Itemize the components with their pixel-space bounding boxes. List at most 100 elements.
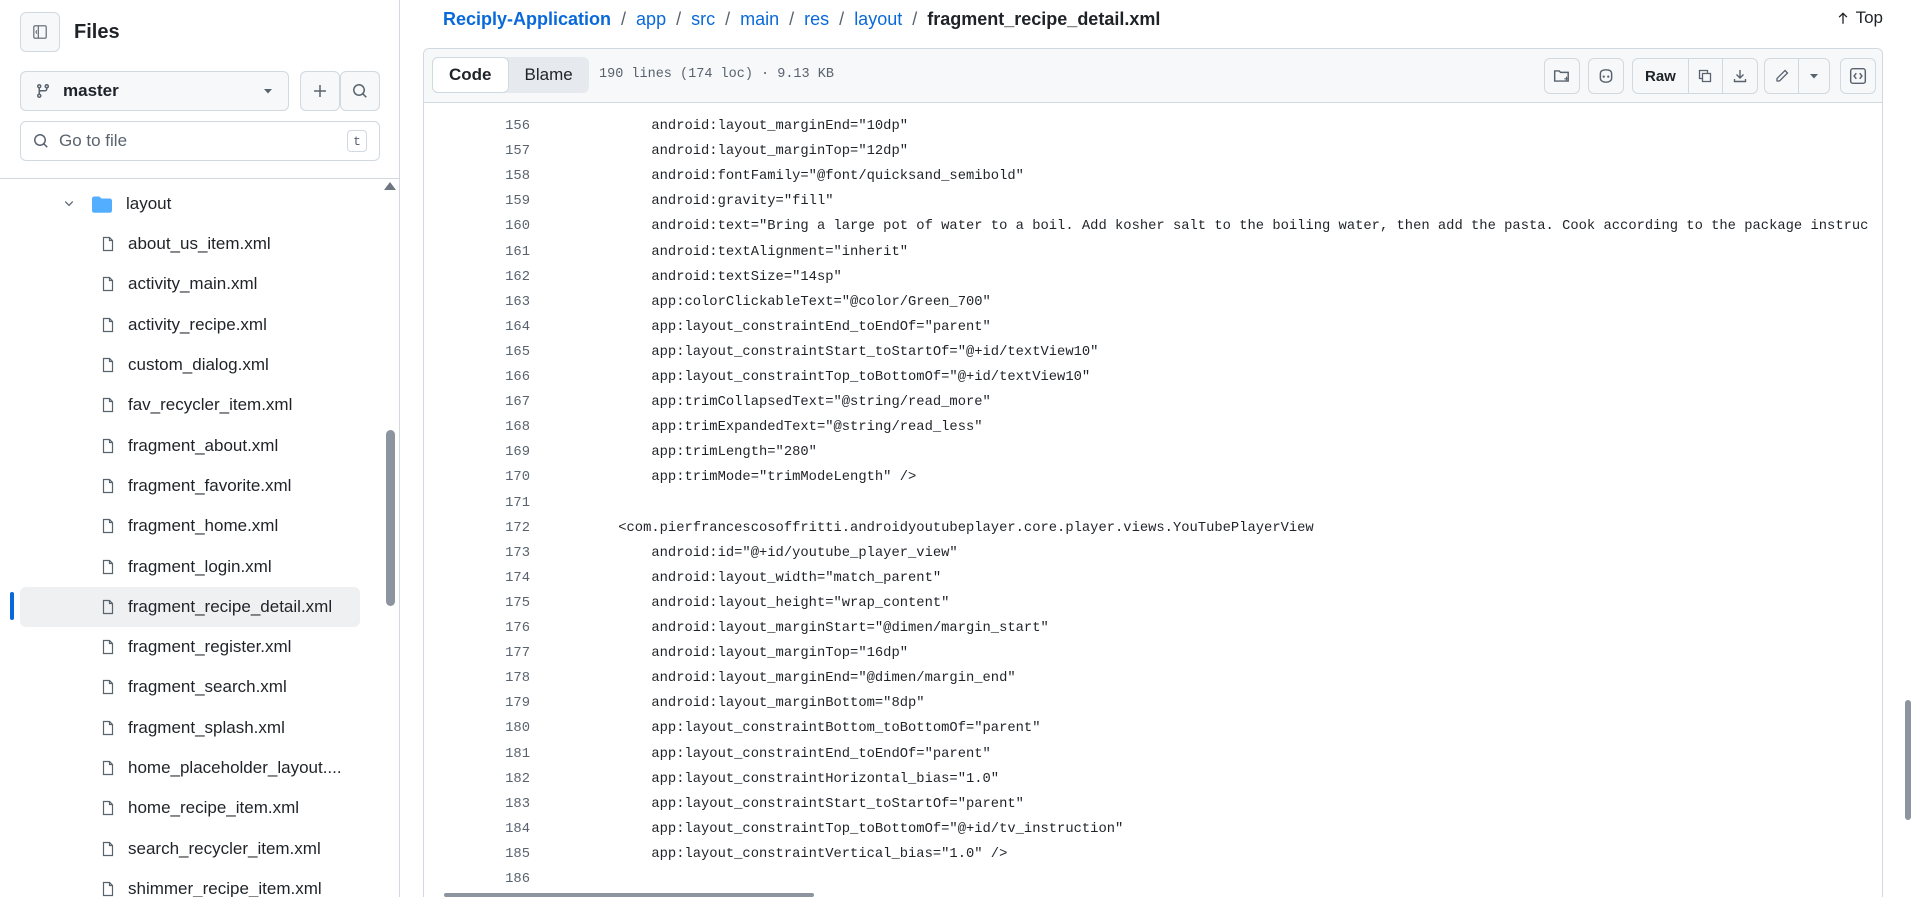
tree-file-item[interactable]: fragment_login.xml bbox=[20, 546, 360, 586]
file-stats: 190 lines (174 loc) · 9.13 KB bbox=[599, 67, 834, 82]
symbols-panel-button[interactable] bbox=[1840, 58, 1876, 94]
tree-file-item[interactable]: fragment_about.xml bbox=[20, 425, 360, 465]
line-code: app:colorClickableText="@color/Green_700… bbox=[552, 294, 991, 310]
tree-folder-layout[interactable]: layout bbox=[0, 184, 380, 224]
line-number[interactable]: 183 bbox=[424, 797, 530, 812]
line-number[interactable]: 159 bbox=[424, 194, 530, 209]
breadcrumb-link[interactable]: res bbox=[804, 9, 829, 30]
breadcrumb-repo[interactable]: Reciply-Application bbox=[443, 9, 611, 30]
code-line: 184 app:layout_constraintTop_toBottomOf=… bbox=[424, 817, 1882, 842]
code-line: 156 android:layout_marginEnd="10dp" bbox=[424, 114, 1882, 139]
line-number[interactable]: 163 bbox=[424, 295, 530, 310]
line-code: app:layout_constraintHorizontal_bias="1.… bbox=[552, 771, 1000, 787]
line-number[interactable]: 160 bbox=[424, 219, 530, 234]
line-number[interactable]: 179 bbox=[424, 696, 530, 711]
file-icon bbox=[102, 801, 114, 816]
line-number[interactable]: 166 bbox=[424, 370, 530, 385]
line-number[interactable]: 186 bbox=[424, 872, 530, 887]
line-number[interactable]: 178 bbox=[424, 671, 530, 686]
go-to-file-field[interactable]: t bbox=[20, 121, 380, 161]
line-number[interactable]: 167 bbox=[424, 395, 530, 410]
line-number[interactable]: 157 bbox=[424, 144, 530, 159]
tree-file-item[interactable]: custom_dialog.xml bbox=[20, 345, 360, 385]
tree-file-item[interactable]: about_us_item.xml bbox=[20, 224, 360, 264]
line-number[interactable]: 161 bbox=[424, 245, 530, 260]
code-line: 173 android:id="@+id/youtube_player_view… bbox=[424, 541, 1882, 566]
line-number[interactable]: 170 bbox=[424, 470, 530, 485]
line-number[interactable]: 169 bbox=[424, 445, 530, 460]
copy-raw-button[interactable] bbox=[1689, 59, 1723, 93]
top-button[interactable]: Top bbox=[1836, 8, 1883, 28]
breadcrumb-link[interactable]: layout bbox=[854, 9, 902, 30]
line-number[interactable]: 176 bbox=[424, 621, 530, 636]
code-line: 171 bbox=[424, 491, 1882, 516]
tree-file-item[interactable]: search_recycler_item.xml bbox=[20, 828, 360, 868]
scroll-up-arrow[interactable] bbox=[384, 182, 396, 190]
horizontal-scrollbar[interactable] bbox=[444, 893, 814, 897]
file-icon bbox=[102, 478, 114, 494]
code-line: 159 android:gravity="fill" bbox=[424, 189, 1882, 214]
copy-icon bbox=[1699, 69, 1712, 83]
file-name: fragment_about.xml bbox=[128, 435, 279, 455]
code-content[interactable]: 156 android:layout_marginEnd="10dp" 157 a… bbox=[424, 104, 1882, 897]
tree-file-item[interactable]: home_recipe_item.xml bbox=[20, 788, 360, 828]
open-symbols-button[interactable] bbox=[1544, 58, 1580, 94]
download-button[interactable] bbox=[1723, 59, 1757, 93]
line-number[interactable]: 168 bbox=[424, 420, 530, 435]
line-number[interactable]: 165 bbox=[424, 345, 530, 360]
tree-file-item[interactable]: fragment_register.xml bbox=[20, 627, 360, 667]
line-number[interactable]: 171 bbox=[424, 496, 530, 511]
sidebar-collapse-icon bbox=[33, 25, 47, 39]
tree-file-item[interactable]: activity_recipe.xml bbox=[20, 305, 360, 345]
copilot-button[interactable] bbox=[1588, 58, 1624, 94]
tab-code[interactable]: Code bbox=[432, 57, 509, 93]
raw-button[interactable]: Raw bbox=[1633, 59, 1689, 93]
line-number[interactable]: 156 bbox=[424, 119, 530, 134]
tree-file-item[interactable]: activity_main.xml bbox=[20, 264, 360, 304]
line-number[interactable]: 180 bbox=[424, 721, 530, 736]
raw-label: Raw bbox=[1645, 67, 1676, 85]
tree-file-item[interactable]: fragment_search.xml bbox=[20, 667, 360, 707]
breadcrumb-separator: / bbox=[676, 8, 682, 29]
file-name: fragment_search.xml bbox=[128, 677, 287, 697]
page-scrollbar[interactable] bbox=[1905, 700, 1911, 820]
code-line: 157 android:layout_marginTop="12dp" bbox=[424, 139, 1882, 164]
line-number[interactable]: 174 bbox=[424, 571, 530, 586]
breadcrumb-link[interactable]: src bbox=[691, 9, 715, 30]
sidebar-scrollbar[interactable] bbox=[386, 430, 395, 606]
collapse-sidebar-button[interactable] bbox=[20, 12, 60, 52]
tree-file-item[interactable]: shimmer_recipe_item.xml bbox=[20, 869, 360, 897]
edit-options-button[interactable] bbox=[1799, 59, 1829, 93]
tab-blame[interactable]: Blame bbox=[509, 57, 589, 93]
line-number[interactable]: 182 bbox=[424, 772, 530, 787]
file-view: Reciply-Application / app / src / main / res / la… bbox=[423, 0, 1883, 897]
line-number[interactable]: 175 bbox=[424, 596, 530, 611]
line-number[interactable]: 172 bbox=[424, 521, 530, 536]
line-number[interactable]: 184 bbox=[424, 822, 530, 837]
search-files-button[interactable] bbox=[340, 71, 380, 111]
file-name: fragment_register.xml bbox=[128, 637, 292, 657]
breadcrumb-link[interactable]: app bbox=[636, 9, 666, 30]
file-tree: layout about_us_item.xml activity_main.xm… bbox=[0, 184, 380, 897]
tree-file-item[interactable]: fragment_home.xml bbox=[20, 506, 360, 546]
breadcrumb-link[interactable]: main bbox=[740, 9, 779, 30]
go-to-file-input[interactable] bbox=[59, 131, 347, 151]
tree-file-item[interactable]: home_placeholder_layout.... bbox=[20, 748, 360, 788]
tree-file-item[interactable]: fragment_splash.xml bbox=[20, 708, 360, 748]
tree-file-item[interactable]: fav_recycler_item.xml bbox=[20, 385, 360, 425]
line-number[interactable]: 181 bbox=[424, 747, 530, 762]
line-number[interactable]: 162 bbox=[424, 270, 530, 285]
line-code: android:textAlignment="inherit" bbox=[552, 244, 909, 260]
tree-file-item[interactable]: fragment_favorite.xml bbox=[20, 466, 360, 506]
code-line: 165 app:layout_constraintStart_toStartOf… bbox=[424, 340, 1882, 365]
line-number[interactable]: 173 bbox=[424, 546, 530, 561]
branch-selector[interactable]: master bbox=[20, 71, 289, 111]
code-line: 170 app:trimMode="trimModeLength" /> bbox=[424, 465, 1882, 490]
line-number[interactable]: 177 bbox=[424, 646, 530, 661]
edit-button[interactable] bbox=[1765, 59, 1799, 93]
tree-file-item[interactable]: fragment_recipe_detail.xml bbox=[20, 586, 360, 627]
line-number[interactable]: 185 bbox=[424, 847, 530, 862]
add-file-button[interactable] bbox=[300, 71, 340, 111]
line-number[interactable]: 158 bbox=[424, 169, 530, 184]
line-number[interactable]: 164 bbox=[424, 320, 530, 335]
